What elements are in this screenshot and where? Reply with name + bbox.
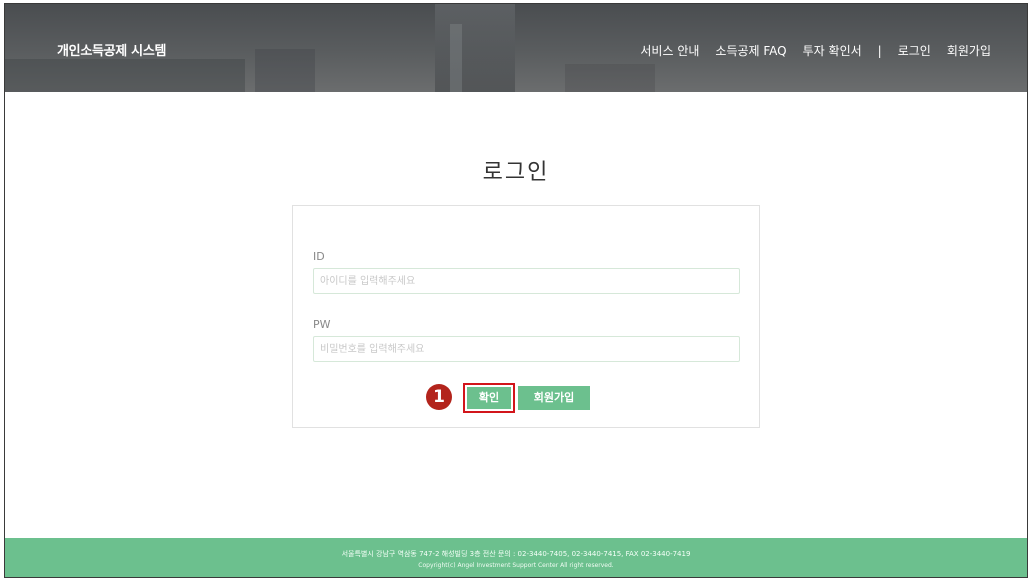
nav-faq[interactable]: 소득공제 FAQ: [715, 42, 786, 59]
nav-login[interactable]: 로그인: [898, 42, 931, 59]
nav-separator: |: [877, 43, 882, 58]
browser-frame: 개인소득공제 시스템 서비스 안내 소득공제 FAQ 투자 확인서 | 로그인 …: [4, 3, 1028, 578]
pw-label: PW: [313, 318, 331, 331]
login-form: ID PW 1 확인 회원가입: [292, 205, 760, 428]
header: 개인소득공제 시스템 서비스 안내 소득공제 FAQ 투자 확인서 | 로그인 …: [5, 4, 1027, 92]
footer: 서울특별시 강남구 역삼동 747-2 해성빌딩 3층 전산 문의 : 02-3…: [5, 538, 1027, 577]
nav-service[interactable]: 서비스 안내: [640, 42, 699, 59]
confirm-highlight: 확인: [463, 383, 515, 413]
id-label: ID: [313, 250, 325, 263]
footer-copyright: Copyright(c) Angel Investment Support Ce…: [418, 562, 614, 569]
id-input[interactable]: [313, 268, 740, 294]
background-building: [255, 49, 315, 92]
background-building: [565, 64, 655, 92]
background-building: [450, 24, 462, 92]
site-title[interactable]: 개인소득공제 시스템: [57, 40, 166, 59]
top-nav: 서비스 안내 소득공제 FAQ 투자 확인서 | 로그인 회원가입: [624, 42, 991, 59]
confirm-button[interactable]: 확인: [467, 387, 511, 409]
footer-address: 서울특별시 강남구 역삼동 747-2 해성빌딩 3층 전산 문의 : 02-3…: [341, 550, 691, 558]
background-building: [5, 59, 245, 92]
step-badge: 1: [426, 384, 452, 410]
button-row: 1 확인 회원가입: [293, 383, 759, 413]
background-building: [435, 4, 515, 92]
page-title: 로그인: [482, 160, 550, 185]
nav-invest[interactable]: 투자 확인서: [803, 42, 862, 59]
signup-button[interactable]: 회원가입: [518, 386, 590, 410]
nav-signup[interactable]: 회원가입: [947, 42, 991, 59]
pw-input[interactable]: [313, 336, 740, 362]
